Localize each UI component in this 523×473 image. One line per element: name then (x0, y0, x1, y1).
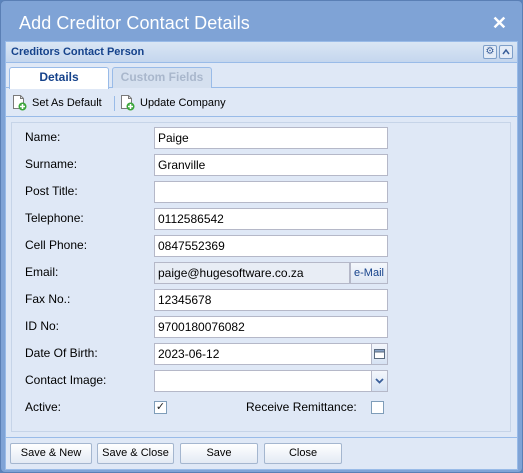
toolbar-separator (114, 96, 115, 111)
receive-remittance-checkbox[interactable] (371, 401, 384, 414)
contact-image-label: Contact Image: (25, 373, 107, 387)
window-title: Add Creditor Contact Details (19, 13, 250, 33)
button-bar: Save & New Save & Close Save Close (6, 437, 517, 469)
contact-image-field[interactable] (154, 370, 372, 392)
title-bar[interactable]: Add Creditor Contact Details ✕ (1, 1, 522, 41)
form-fieldset: Name: Surname: Post Title: Telephone: Ce… (11, 122, 511, 432)
telephone-field[interactable] (154, 208, 388, 230)
fax-field[interactable] (154, 289, 388, 311)
page-add-icon (120, 95, 135, 111)
details-form: Name: Surname: Post Title: Telephone: Ce… (9, 118, 514, 436)
chevron-down-icon[interactable] (371, 370, 388, 392)
cell-phone-field[interactable] (154, 235, 388, 257)
surname-label: Surname: (25, 157, 78, 171)
panel-title: Creditors Contact Person (11, 46, 145, 58)
save-button[interactable]: Save (180, 443, 258, 464)
page-add-icon (12, 95, 27, 111)
calendar-icon[interactable] (371, 343, 388, 365)
dob-field[interactable] (154, 343, 372, 365)
contact-panel: Creditors Contact Person ⚙ Details Custo… (5, 41, 518, 470)
tab-strip: Details Custom Fields (6, 64, 517, 89)
close-button[interactable]: Close (264, 443, 342, 464)
chevron-up-icon[interactable] (499, 45, 513, 59)
telephone-label: Telephone: (25, 211, 84, 225)
update-company-label: Update Company (140, 97, 226, 109)
surname-field[interactable] (154, 154, 388, 176)
dialog-window: Add Creditor Contact Details ✕ Creditors… (0, 0, 523, 473)
email-field[interactable] (154, 262, 350, 284)
tab-details[interactable]: Details (9, 67, 109, 89)
email-button[interactable]: e-Mail (350, 262, 388, 284)
set-as-default-label: Set As Default (32, 97, 102, 109)
name-label: Name: (25, 130, 61, 144)
receive-remittance-label: Receive Remittance: (246, 400, 357, 414)
tab-custom-fields[interactable]: Custom Fields (112, 67, 212, 88)
panel-header: Creditors Contact Person ⚙ (6, 42, 517, 63)
post-title-field[interactable] (154, 181, 388, 203)
update-company-button[interactable]: Update Company (120, 94, 228, 112)
post-title-label: Post Title: (25, 184, 78, 198)
set-as-default-button[interactable]: Set As Default (12, 94, 108, 112)
email-label: Email: (25, 265, 59, 279)
save-new-button[interactable]: Save & New (10, 443, 92, 464)
gear-icon[interactable]: ⚙ (483, 45, 497, 59)
id-no-label: ID No: (25, 319, 60, 333)
toolbar: Set As Default Update Company (6, 89, 517, 117)
save-close-button[interactable]: Save & Close (97, 443, 174, 464)
id-no-field[interactable] (154, 316, 388, 338)
dob-label: Date Of Birth: (25, 346, 98, 360)
name-field[interactable] (154, 127, 388, 149)
active-checkbox[interactable]: ✓ (154, 401, 167, 414)
fax-label: Fax No.: (25, 292, 71, 306)
cell-phone-label: Cell Phone: (25, 238, 88, 252)
active-label: Active: (25, 400, 62, 414)
check-icon: ✓ (155, 401, 166, 413)
close-icon[interactable]: ✕ (492, 13, 507, 33)
